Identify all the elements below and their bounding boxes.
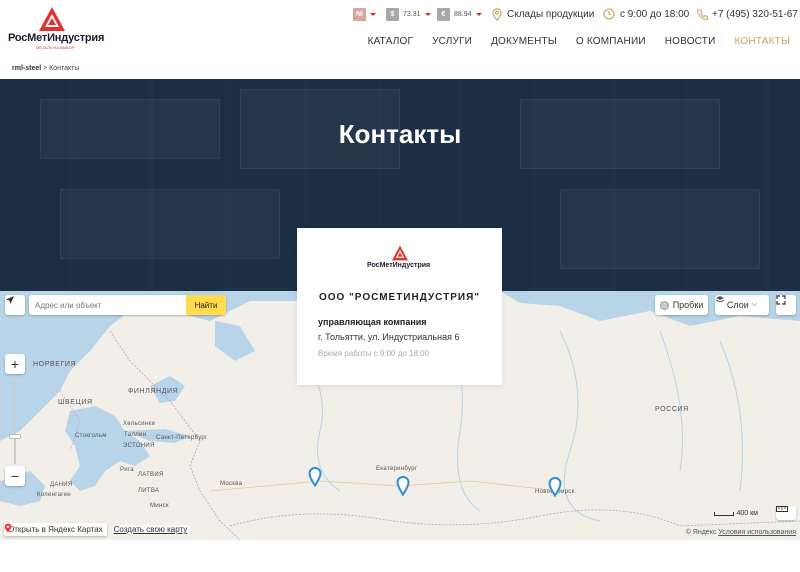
chevron-down-icon [424,12,431,16]
geolocation-button[interactable] [5,295,25,315]
dollar-badge: $ [386,7,399,21]
warehouses-link[interactable]: Склады продукции [492,6,594,22]
zoom-control: + − [5,354,25,486]
label-sweden: ШВЕЦИЯ [58,399,93,406]
label-estonia: ЭСТОНИЯ [123,443,155,449]
logo-mark-icon [39,7,65,31]
nav-catalog[interactable]: КАТАЛОГ [368,36,414,47]
warehouses-label: Склады продукции [507,8,595,20]
ruler-icon [776,506,788,512]
ruler-button[interactable] [776,506,796,520]
breadcrumb-separator: > [41,65,50,72]
nav-about[interactable]: О КОМПАНИИ [576,36,646,47]
traffic-button[interactable]: Пробки [655,295,708,315]
logo-mark-icon [392,245,408,261]
site-logo[interactable]: РосМетИндустрия МЕТАЛЛ НА ВЫБОР [8,6,104,50]
zoom-out-button[interactable]: − [5,466,25,486]
map-scale: 400 км [713,510,759,517]
create-map-link[interactable]: Создать свою карту [111,525,190,534]
label-spb: Санкт-Петербург [156,435,208,441]
currency-eur[interactable]: € 88.94 [437,6,482,22]
label-riga: Рига [120,467,134,473]
breadcrumb: rml-steel > Контакты [12,65,79,72]
label-helsinki: Хельсинки [123,421,156,427]
company-address: г. Тольятти, ул. Индустриальная 6 [318,332,460,342]
label-yekaterinburg: Екатеринбург [376,466,418,472]
currency-ni[interactable]: Ni [353,6,376,22]
label-norway: НОРВЕГИЯ [33,361,77,368]
zoom-in-button[interactable]: + [5,354,25,374]
nav-documents[interactable]: ДОКУМЕНТЫ [491,36,557,47]
open-in-yandex-link[interactable]: Открыть в Яндекс Картах [4,523,107,536]
label-finland: ФИНЛЯНДИЯ [128,388,179,395]
layers-label: Слои [726,300,749,310]
logo-text: РосМетИндустрия [8,32,105,44]
company-hours: Время работы с 9:00 до 18:00 [318,349,430,358]
main-nav: КАТАЛОГ УСЛУГИ ДОКУМЕНТЫ О КОМПАНИИ НОВО… [368,36,790,47]
chevron-down-icon [475,12,482,16]
zoom-slider-handle[interactable] [9,434,21,439]
company-role: управляющая компания [318,317,427,327]
terms-link[interactable]: Условия использования [718,529,796,536]
label-minsk: Минск [150,503,169,509]
navigation-arrow-icon [6,296,14,304]
hours-label: с 9:00 до 18:00 [620,8,690,20]
expand-icon [776,295,786,305]
label-latvia: ЛАТВИЯ [138,472,164,478]
currency-usd[interactable]: $ 73.31 [386,6,431,22]
usd-rate: 73.31 [403,10,421,18]
phone-icon [697,9,708,20]
label-russia: РОССИЯ [655,406,689,413]
label-moscow: Москва [220,481,243,487]
label-denmark: ДАНИЯ [50,482,73,488]
eur-rate: 88.94 [454,10,472,18]
map-search-input[interactable] [29,295,187,315]
map-pin-icon[interactable] [308,467,322,487]
fullscreen-button[interactable] [776,295,796,315]
card-logo-text: РосМетИндустрия [367,262,431,269]
map-footer-links: Открыть в Яндекс Картах Создать свою кар… [4,523,190,536]
map-search-button[interactable]: Найти [186,295,226,315]
label-stockholm: Стокгольм [75,433,107,439]
logo-tagline: МЕТАЛЛ НА ВЫБОР [36,45,75,50]
working-hours: с 9:00 до 18:00 [603,6,689,22]
copyright-text: © Яндекс [685,529,717,536]
zoom-slider-track[interactable] [14,376,16,464]
nav-news[interactable]: НОВОСТИ [665,36,716,47]
scale-label: 400 км [736,510,759,517]
scale-bar [713,511,734,516]
label-copenhagen: Копенгаген [37,492,71,498]
chevron-down-icon [370,12,376,16]
breadcrumb-home[interactable]: rml-steel [12,65,41,72]
card-logo: РосМетИндустрия [367,245,433,277]
label-lithuania: ЛИТВА [138,488,160,494]
euro-badge: € [437,7,450,21]
site-header: РосМетИндустрия МЕТАЛЛ НА ВЫБОР Ni $ 73.… [0,0,800,62]
yandex-maps-pin-icon [4,523,12,533]
location-pin-icon [492,7,502,21]
nav-services[interactable]: УСЛУГИ [432,36,472,47]
breadcrumb-current: Контакты [49,65,80,72]
map-pin-icon[interactable] [548,477,562,497]
open-in-yandex-label: Открыть в Яндекс Картах [8,525,103,534]
clock-icon [603,8,615,20]
contact-card: РосМетИндустрия ООО "РОСМЕТИНДУСТРИЯ" уп… [297,228,502,385]
nickel-badge: Ni [353,7,366,21]
label-tallinn: Таллин [124,432,147,438]
layers-button[interactable]: Слои ⌵ [715,295,769,315]
nav-contacts[interactable]: КОНТАКТЫ [734,36,790,47]
company-name: ООО "РОСМЕТИНДУСТРИЯ" [318,292,481,303]
map-copyright: © Яндекс Условия использования [686,529,796,536]
phone-link[interactable]: +7 (495) 320-51-67 [697,6,798,22]
chevron-down-icon: ⌵ [751,301,758,308]
layers-icon [715,296,725,303]
page-title: Контакты [338,119,462,149]
traffic-light-icon [659,300,669,310]
map-pin-icon[interactable] [396,476,410,496]
traffic-label: Пробки [672,300,704,310]
map-search: Найти [29,295,226,315]
phone-number: +7 (495) 320-51-67 [712,8,798,20]
